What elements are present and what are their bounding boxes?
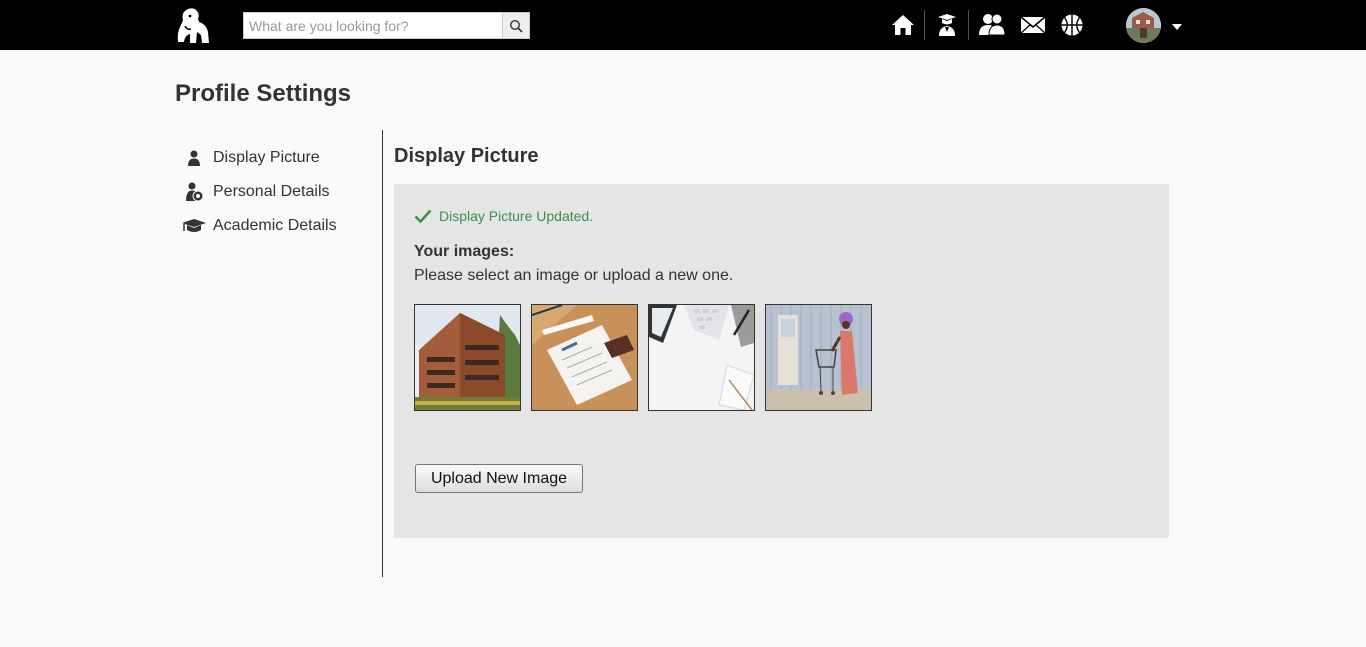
- basketball-icon[interactable]: [1058, 11, 1086, 39]
- mail-icon[interactable]: [1019, 11, 1047, 39]
- success-message-text: Display Picture Updated.: [439, 208, 594, 224]
- home-icon[interactable]: [889, 11, 917, 39]
- sidebar-item-personal-details[interactable]: Personal Details: [175, 179, 375, 205]
- gorilla-logo-icon[interactable]: [175, 6, 211, 44]
- sidebar-item-label: Personal Details: [213, 183, 330, 200]
- woman-shopping-cart-photo[interactable]: [765, 304, 872, 411]
- nav-separator: [968, 10, 969, 40]
- sketchbook-desk-photo[interactable]: [531, 304, 638, 411]
- images-instructions: Please select an image or upload a new o…: [414, 267, 734, 284]
- upload-new-image-button[interactable]: Upload New Image: [415, 464, 583, 493]
- checkmark-icon: [414, 209, 432, 224]
- settings-sidebar: Display Picture Personal Details Academi…: [175, 130, 383, 577]
- sidebar-item-label: Academic Details: [213, 217, 337, 234]
- caret-down-icon[interactable]: [1171, 20, 1183, 32]
- search-input[interactable]: [244, 13, 503, 38]
- user-avatar[interactable]: [1126, 8, 1161, 43]
- success-message: Display Picture Updated.: [414, 208, 593, 224]
- sidebar-item-label: Display Picture: [213, 149, 320, 166]
- search-box: [243, 12, 530, 39]
- graduate-icon[interactable]: [933, 11, 961, 39]
- user-icon: [175, 147, 213, 169]
- sidebar-item-academic-details[interactable]: Academic Details: [175, 213, 375, 239]
- nav-separator: [924, 10, 925, 40]
- graduation-cap-icon: [175, 215, 213, 237]
- friends-icon[interactable]: [978, 11, 1006, 39]
- search-icon[interactable]: [502, 13, 529, 38]
- page-title: Profile Settings: [175, 80, 352, 107]
- section-title: Display Picture: [394, 145, 539, 167]
- sidebar-item-display-picture[interactable]: Display Picture: [175, 145, 375, 171]
- building-photo[interactable]: [414, 304, 521, 411]
- images-heading: Your images:: [414, 243, 515, 260]
- display-picture-panel: Display Picture Updated. Your images: Pl…: [394, 184, 1169, 538]
- personal-details-icon: [175, 181, 213, 203]
- white-desk-keyboard-photo[interactable]: [648, 304, 755, 411]
- top-navigation-bar: [0, 0, 1366, 50]
